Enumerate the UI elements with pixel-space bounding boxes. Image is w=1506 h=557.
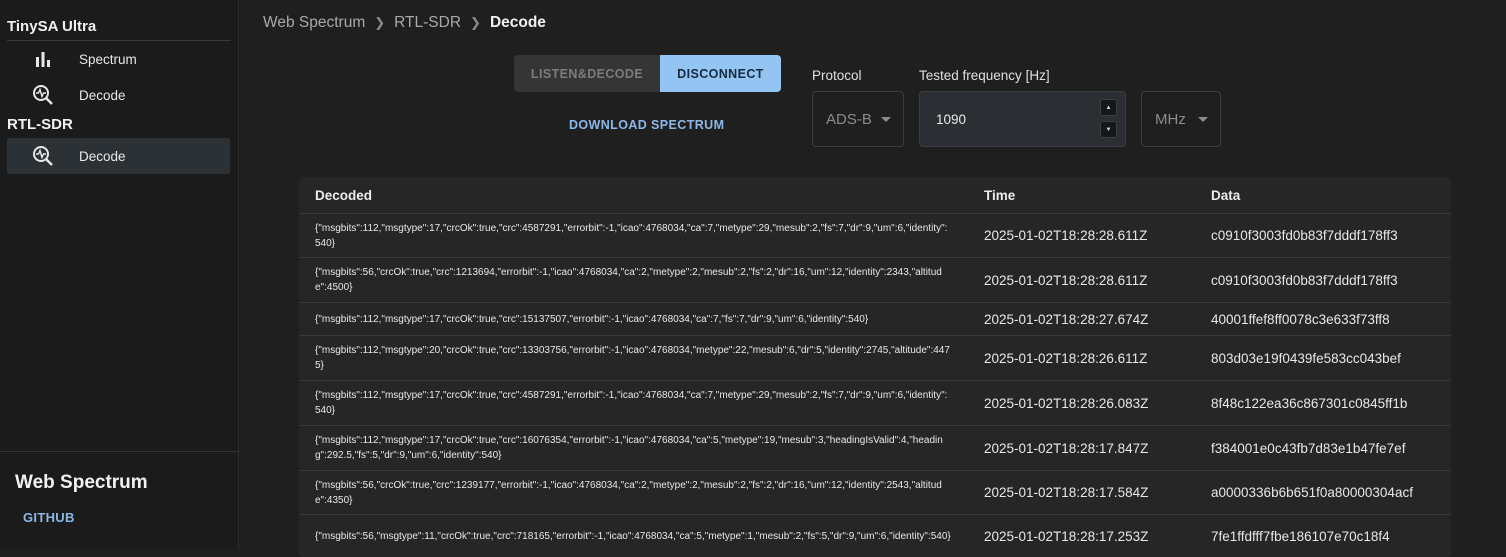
listen-decode-button[interactable]: LISTEN&DECODE xyxy=(514,55,660,92)
breadcrumb-web-spectrum[interactable]: Web Spectrum xyxy=(263,14,365,32)
cell-time: 2025-01-02T18:28:26.611Z xyxy=(984,350,1148,366)
sidebar-item-label: Decode xyxy=(79,148,126,164)
sidebar-item-spectrum[interactable]: Spectrum xyxy=(7,41,230,77)
table-row: {"msgbits":112,"msgtype":17,"crcOk":true… xyxy=(299,303,1451,336)
unit-value: MHz xyxy=(1155,110,1186,128)
sidebar-item-label: Decode xyxy=(79,87,126,103)
sidebar-divider xyxy=(0,451,238,452)
brand-title: Web Spectrum xyxy=(15,472,148,493)
connection-button-group: LISTEN&DECODE DISCONNECT xyxy=(514,55,781,92)
cell-time: 2025-01-02T18:28:17.584Z xyxy=(984,485,1149,500)
unit-select[interactable]: MHz xyxy=(1141,91,1221,147)
protocol-value: ADS-B xyxy=(826,110,872,128)
cell-decoded: {"msgbits":112,"msgtype":17,"crcOk":true… xyxy=(315,313,869,325)
decode-search-icon xyxy=(7,84,79,106)
breadcrumb-current: Decode xyxy=(489,14,546,31)
cell-data: a0000336b6b651f0a80000304acf xyxy=(1211,485,1413,500)
caret-down-icon xyxy=(881,117,891,122)
cell-time: 2025-01-02T18:28:17.253Z xyxy=(984,529,1149,544)
cell-data: c0910f3003fd0b83f7dddf178ff3 xyxy=(1211,272,1398,288)
frequency-input[interactable] xyxy=(920,92,1095,146)
sidebar-item-label: Spectrum xyxy=(79,51,137,67)
cell-decoded: {"msgbits":112,"msgtype":17,"crcOk":true… xyxy=(315,390,948,416)
protocol-label: Protocol xyxy=(812,68,862,83)
cell-time: 2025-01-02T18:28:26.083Z xyxy=(984,395,1149,411)
protocol-select[interactable]: ADS-B xyxy=(812,91,904,147)
cell-decoded: {"msgbits":112,"msgtype":17,"crcOk":true… xyxy=(315,222,948,249)
header-decoded: Decoded xyxy=(315,187,373,203)
cell-data: 40001ffef8ff0078c3e633f73ff8 xyxy=(1211,311,1390,327)
cell-decoded: {"msgbits":112,"msgtype":20,"crcOk":true… xyxy=(315,345,950,371)
decrement-icon[interactable]: ▼ xyxy=(1100,121,1117,138)
table-row: {"msgbits":112,"msgtype":17,"crcOk":true… xyxy=(299,426,1451,471)
cell-time: 2025-01-02T18:28:28.611Z xyxy=(984,272,1148,288)
cell-data: c0910f3003fd0b83f7dddf178ff3 xyxy=(1211,228,1398,243)
cell-time: 2025-01-02T18:28:27.674Z xyxy=(984,311,1149,327)
disconnect-button[interactable]: DISCONNECT xyxy=(660,55,781,92)
table-row: {"msgbits":112,"msgtype":17,"crcOk":true… xyxy=(299,214,1451,258)
bar-chart-icon xyxy=(7,51,79,67)
header-data: Data xyxy=(1211,187,1241,203)
section-title-tinysa: TinySA Ultra xyxy=(7,18,97,35)
breadcrumb-rtl-sdr[interactable]: RTL-SDR xyxy=(394,14,461,32)
caret-down-icon xyxy=(1198,117,1208,122)
decode-search-icon xyxy=(7,145,79,167)
breadcrumb: Web Spectrum ❯ RTL-SDR ❯ Decode xyxy=(263,14,546,32)
table-row: {"msgbits":112,"msgtype":17,"crcOk":true… xyxy=(299,381,1451,426)
table-row: {"msgbits":56,"crcOk":true,"crc":1239177… xyxy=(299,471,1451,515)
cell-decoded: {"msgbits":56,"msgtype":11,"crcOk":true,… xyxy=(315,531,951,542)
table-body: {"msgbits":112,"msgtype":17,"crcOk":true… xyxy=(299,214,1451,557)
cell-data: 8f48c122ea36c867301c0845ff1b xyxy=(1211,395,1408,411)
increment-icon[interactable]: ▲ xyxy=(1100,99,1117,116)
cell-decoded: {"msgbits":56,"crcOk":true,"crc":1239177… xyxy=(315,479,942,506)
header-time: Time xyxy=(984,187,1016,203)
cell-time: 2025-01-02T18:28:17.847Z xyxy=(984,440,1149,456)
sidebar-item-decode-tinysa[interactable]: Decode xyxy=(7,77,230,113)
cell-decoded: {"msgbits":112,"msgtype":17,"crcOk":true… xyxy=(315,435,943,461)
main-content: Web Spectrum ❯ RTL-SDR ❯ Decode LISTEN&D… xyxy=(240,0,1506,557)
chevron-right-icon: ❯ xyxy=(374,15,386,30)
frequency-label: Tested frequency [Hz] xyxy=(919,68,1050,83)
table-row: {"msgbits":56,"msgtype":11,"crcOk":true,… xyxy=(299,515,1451,557)
cell-data: 7fe1ffdfff7fbe186107e70c18f4 xyxy=(1211,529,1390,544)
github-link[interactable]: GITHUB xyxy=(23,510,75,525)
table-row: {"msgbits":112,"msgtype":20,"crcOk":true… xyxy=(299,336,1451,381)
table-row: {"msgbits":56,"crcOk":true,"crc":1213694… xyxy=(299,258,1451,303)
cell-time: 2025-01-02T18:28:28.611Z xyxy=(984,228,1148,243)
decoded-table: Decoded Time Data {"msgbits":112,"msgtyp… xyxy=(299,177,1451,557)
download-spectrum-button[interactable]: DOWNLOAD SPECTRUM xyxy=(569,118,724,132)
section-title-rtlsdr: RTL-SDR xyxy=(7,116,73,133)
frequency-field: ▲ ▼ xyxy=(919,91,1126,147)
cell-decoded: {"msgbits":56,"crcOk":true,"crc":1213694… xyxy=(315,267,942,293)
cell-data: 803d03e19f0439fe583cc043bef xyxy=(1211,350,1401,366)
sidebar-item-decode-rtlsdr[interactable]: Decode xyxy=(7,138,230,174)
sidebar: TinySA Ultra Spectrum Decode RTL-SDR Dec… xyxy=(0,0,239,549)
chevron-right-icon: ❯ xyxy=(470,15,481,30)
cell-data: f384001e0c43fb7d83e1b47fe7ef xyxy=(1211,440,1406,456)
table-header: Decoded Time Data xyxy=(299,177,1451,214)
